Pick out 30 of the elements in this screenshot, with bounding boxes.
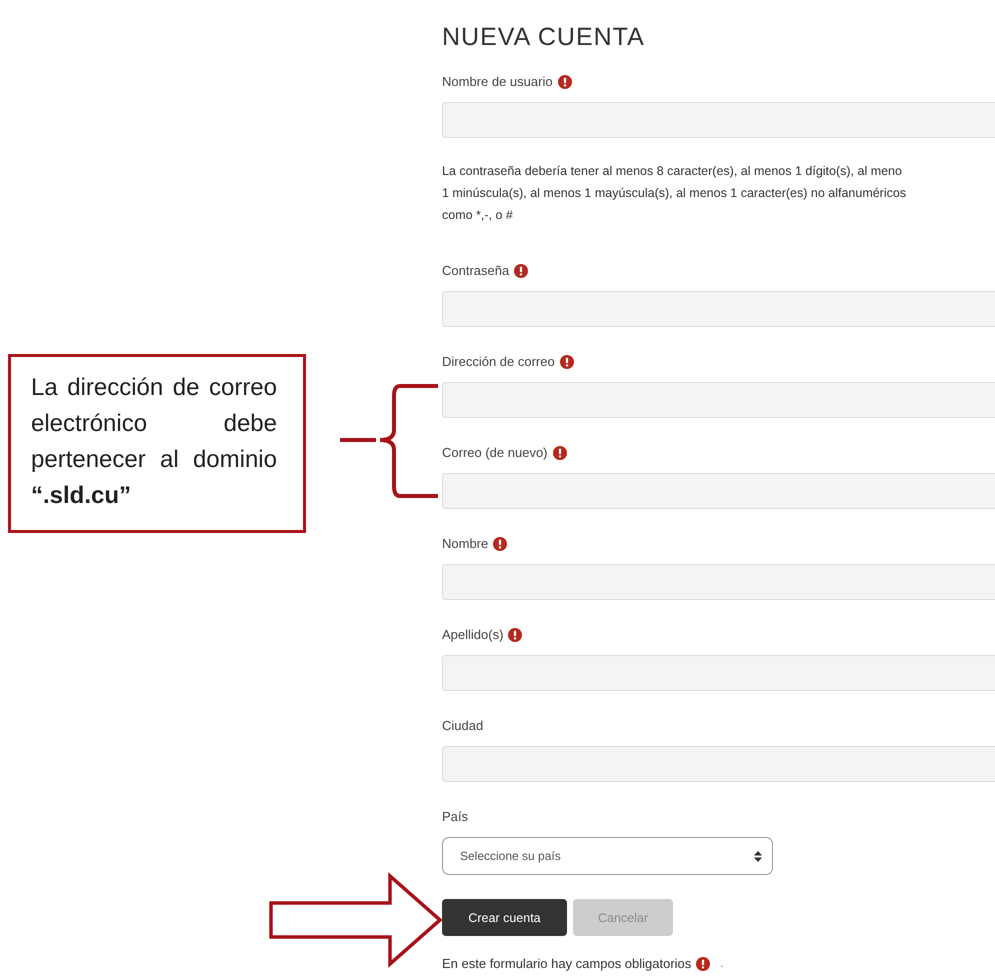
exclamation-icon — [696, 956, 710, 970]
required-notice: En este formulario hay campos obligatorios — [442, 956, 692, 971]
field-label: Apellido(s) — [442, 626, 504, 644]
exclamation-icon — [514, 264, 528, 278]
text-field[interactable] — [442, 473, 995, 509]
field-label: Contraseña — [442, 262, 510, 280]
page-title: NUEVA CUENTA — [442, 22, 646, 52]
field-label: Dirección de correo — [442, 353, 555, 371]
text-field[interactable] — [442, 382, 995, 418]
period-mark: . — [720, 958, 724, 970]
field-label: País — [442, 808, 468, 826]
exclamation-icon — [552, 446, 566, 460]
text-field[interactable] — [442, 655, 995, 691]
field-label: Nombre — [442, 535, 488, 553]
text-field[interactable] — [442, 564, 995, 600]
exclamation-icon — [493, 537, 508, 551]
text-field[interactable] — [442, 291, 995, 327]
exclamation-icon — [560, 355, 574, 369]
callout-text: La dirección de correo electrónico debe pertenecer al dominio “.sld.cu” — [31, 373, 277, 511]
field-label: Nombre de usuario — [442, 73, 553, 91]
field-label: Correo (de nuevo) — [442, 444, 548, 462]
exclamation-icon — [508, 628, 522, 642]
create-account-button[interactable]: Crear cuenta — [442, 899, 567, 936]
exclamation-icon — [558, 75, 572, 89]
field-label: Ciudad — [442, 717, 484, 735]
password-hint: La contraseña debería tener al menos 8 caracter(es), al menos 1 dígito(s), al meno 1 minúscula(s), al menos 1 mayúscula(s), al menos 1 caracter(es) no alfanuméricos como *,-, o # — [442, 163, 908, 224]
text-field[interactable] — [442, 102, 995, 138]
text-field[interactable] — [442, 746, 995, 782]
country-select[interactable]: Seleccione su país — [442, 837, 773, 875]
sort-arrows-icon — [754, 850, 762, 862]
